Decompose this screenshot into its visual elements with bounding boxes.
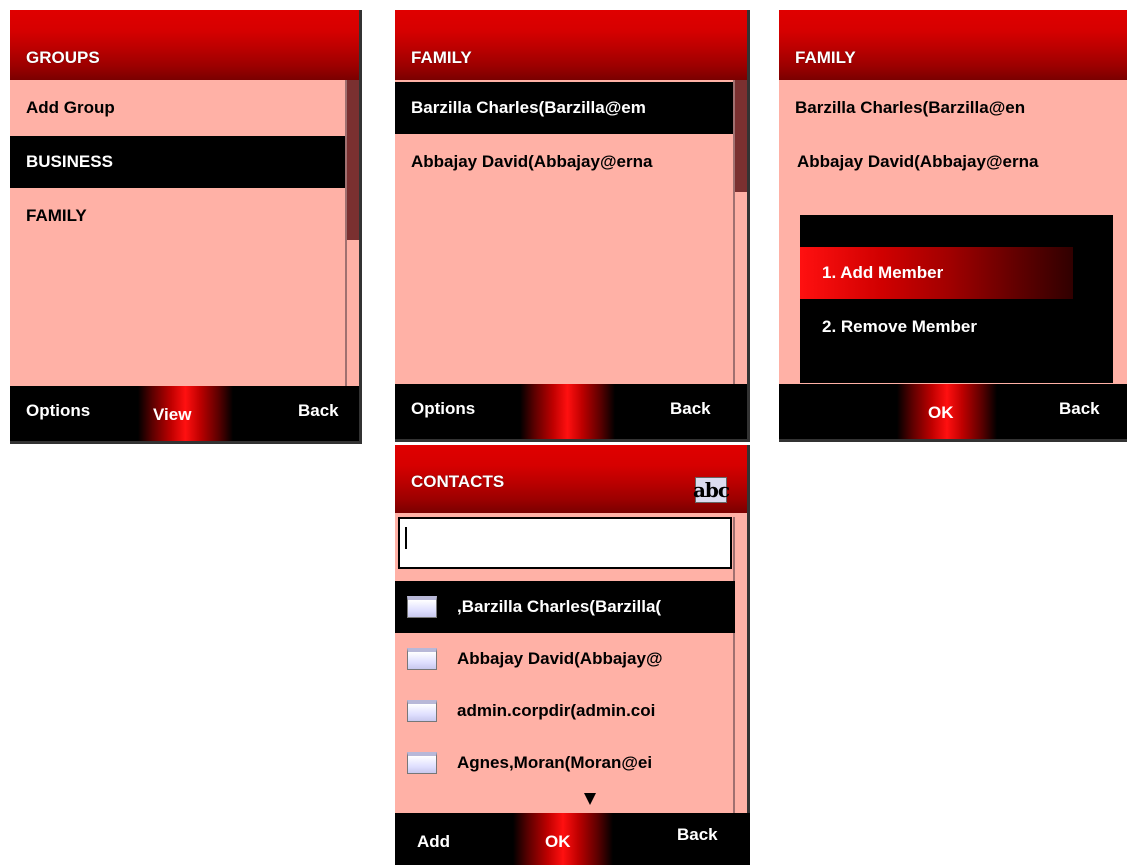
- title-bar: FAMILY: [779, 10, 1127, 80]
- softkey-bar: OK Back: [779, 384, 1127, 439]
- search-field[interactable]: [398, 517, 732, 569]
- ok-softkey[interactable]: OK: [928, 403, 954, 423]
- search-input[interactable]: [400, 519, 730, 567]
- member-item[interactable]: Abbajay David(Abbajay@erna: [779, 136, 1127, 188]
- title-bar: GROUPS: [10, 10, 359, 80]
- input-mode-abc-icon: abc: [692, 477, 730, 503]
- options-menu: 1. Add Member 2. Remove Member: [800, 215, 1113, 383]
- view-softkey[interactable]: View: [153, 405, 191, 425]
- scrollbar[interactable]: [733, 80, 747, 384]
- screen-title: FAMILY: [795, 48, 856, 67]
- center-softkey-glow: [520, 384, 615, 439]
- group-item-business[interactable]: BUSINESS: [10, 136, 359, 188]
- screen-title: GROUPS: [26, 48, 100, 67]
- group-list: Add Group BUSINESS FAMILY: [10, 80, 359, 386]
- group-item-family[interactable]: FAMILY: [10, 190, 345, 242]
- back-softkey[interactable]: Back: [670, 399, 711, 419]
- back-softkey[interactable]: Back: [298, 401, 339, 421]
- options-softkey[interactable]: Options: [411, 399, 475, 419]
- contacts-screen: CONTACTS abc: [395, 445, 750, 865]
- title-bar: FAMILY: [395, 10, 747, 80]
- member-item[interactable]: Barzilla Charles(Barzilla@en: [779, 82, 1127, 134]
- family-screen: FAMILY Barzilla Charles(Barzilla@em Abba…: [395, 10, 750, 442]
- member-list: Barzilla Charles(Barzilla@em Abbajay Dav…: [395, 80, 747, 384]
- group-item-add-group[interactable]: Add Group: [10, 82, 345, 134]
- add-member-menu-item[interactable]: 1. Add Member: [800, 247, 1073, 299]
- scrollbar-thumb[interactable]: [735, 80, 747, 192]
- remove-member-menu-item[interactable]: 2. Remove Member: [800, 301, 1113, 353]
- member-item[interactable]: Barzilla Charles(Barzilla@em: [395, 82, 733, 134]
- groups-screen: GROUPS Add Group BUSINESS FAMILY Options…: [10, 10, 362, 444]
- screen-title: FAMILY: [411, 48, 472, 67]
- text-cursor: [405, 527, 407, 549]
- back-softkey[interactable]: Back: [1059, 399, 1100, 419]
- softkey-bar: Options Back: [395, 384, 747, 439]
- softkey-bar: Options View Back: [10, 386, 359, 441]
- options-softkey[interactable]: Options: [26, 401, 90, 421]
- title-bar: CONTACTS abc: [395, 445, 747, 513]
- scrollbar[interactable]: [345, 80, 359, 386]
- screen-title: CONTACTS: [411, 472, 505, 491]
- family-menu-screen: FAMILY Barzilla Charles(Barzilla@en Abba…: [779, 10, 1127, 442]
- member-item[interactable]: Abbajay David(Abbajay@erna: [395, 136, 733, 188]
- scrollbar-thumb[interactable]: [347, 80, 359, 240]
